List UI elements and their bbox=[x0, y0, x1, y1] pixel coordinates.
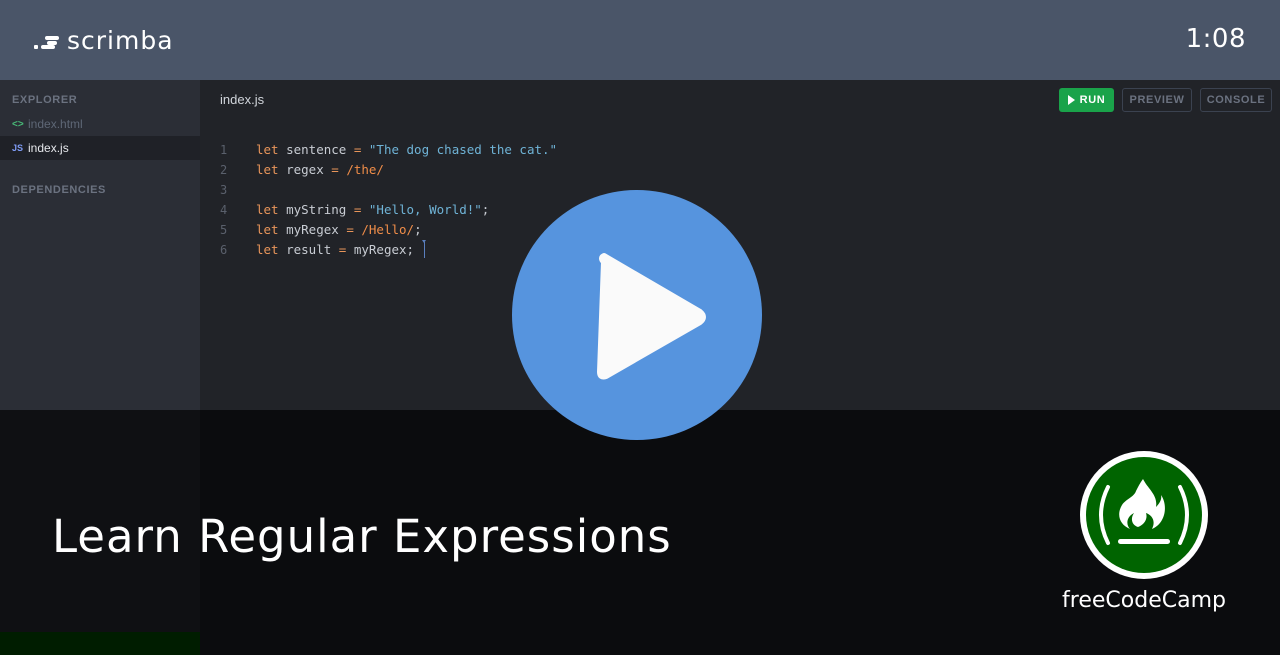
code-token: ; bbox=[481, 202, 490, 217]
code-token: myRegex; bbox=[346, 242, 422, 257]
scrimba-logo-icon bbox=[34, 30, 60, 52]
video-timer: 1:08 bbox=[1185, 24, 1246, 54]
progress-bar[interactable] bbox=[0, 632, 200, 655]
code-token: = bbox=[331, 162, 339, 177]
play-icon bbox=[1067, 95, 1075, 105]
code-token: = bbox=[353, 202, 362, 217]
code-line[interactable]: 5 let myRegex = /Hello/; bbox=[220, 220, 557, 240]
code-token: = bbox=[353, 142, 362, 157]
line-number: 1 bbox=[220, 143, 228, 157]
file-name: index.html bbox=[28, 117, 83, 131]
code-token: "Hello, World!" bbox=[368, 202, 482, 217]
code-area[interactable]: 1 let sentence = "The dog chased the cat.… bbox=[220, 140, 557, 260]
play-button[interactable] bbox=[512, 190, 762, 440]
campfire-icon bbox=[1099, 479, 1189, 545]
code-token: ; bbox=[414, 222, 422, 237]
code-token: let bbox=[256, 222, 279, 237]
line-number: 3 bbox=[220, 183, 228, 197]
code-token: /Hello/ bbox=[361, 222, 415, 237]
code-token: myRegex bbox=[278, 222, 347, 237]
file-item-index-html[interactable]: <> index.html bbox=[0, 112, 200, 136]
file-explorer: EXPLORER <> index.html JS index.js DEPEN… bbox=[0, 80, 200, 410]
code-token: "The dog chased the cat." bbox=[368, 142, 558, 157]
course-title: Learn Regular Expressions bbox=[52, 510, 672, 563]
explorer-title: EXPLORER bbox=[12, 94, 78, 106]
code-token: myString bbox=[278, 202, 354, 217]
code-token: let bbox=[256, 142, 279, 157]
line-number: 2 bbox=[220, 163, 228, 177]
line-number: 4 bbox=[220, 203, 228, 217]
line-number: 5 bbox=[220, 223, 228, 237]
console-button[interactable]: CONSOLE bbox=[1200, 88, 1272, 112]
code-line[interactable]: 2 let regex = /the/ bbox=[220, 160, 557, 180]
code-line[interactable]: 6 let result = myRegex; bbox=[220, 240, 557, 260]
editor-tab-index-js[interactable]: index.js bbox=[220, 92, 264, 107]
file-name: index.js bbox=[28, 141, 69, 155]
code-token: = bbox=[338, 242, 347, 257]
code-token: let bbox=[256, 202, 279, 217]
code-token: regex bbox=[278, 162, 332, 177]
brand-name: scrimba bbox=[67, 26, 174, 55]
code-token: sentence bbox=[278, 142, 354, 157]
code-brackets-icon: <> bbox=[12, 118, 24, 130]
js-icon: JS bbox=[12, 143, 24, 153]
code-line[interactable]: 4 let myString = "Hello, World!"; bbox=[220, 200, 557, 220]
play-icon bbox=[597, 253, 706, 380]
code-token: = bbox=[346, 222, 354, 237]
run-button[interactable]: RUN bbox=[1059, 88, 1114, 112]
code-line[interactable]: 1 let sentence = "The dog chased the cat.… bbox=[220, 140, 557, 160]
author-name: freeCodeCamp bbox=[1062, 588, 1226, 613]
dependencies-title[interactable]: DEPENDENCIES bbox=[12, 184, 106, 196]
code-token: let bbox=[256, 162, 279, 177]
run-label: RUN bbox=[1079, 94, 1106, 106]
code-token: let bbox=[256, 242, 279, 257]
preview-button[interactable]: PREVIEW bbox=[1122, 88, 1192, 112]
file-item-index-js[interactable]: JS index.js bbox=[0, 136, 200, 160]
top-bar: scrimba 1:08 bbox=[0, 0, 1280, 80]
scrimba-logo[interactable]: scrimba bbox=[34, 26, 174, 55]
code-token: result bbox=[278, 242, 339, 257]
line-number: 6 bbox=[220, 243, 228, 257]
code-token: /the/ bbox=[346, 162, 384, 177]
text-cursor bbox=[421, 240, 426, 258]
code-line[interactable]: 3 bbox=[220, 180, 557, 200]
freecodecamp-logo bbox=[1080, 451, 1208, 579]
